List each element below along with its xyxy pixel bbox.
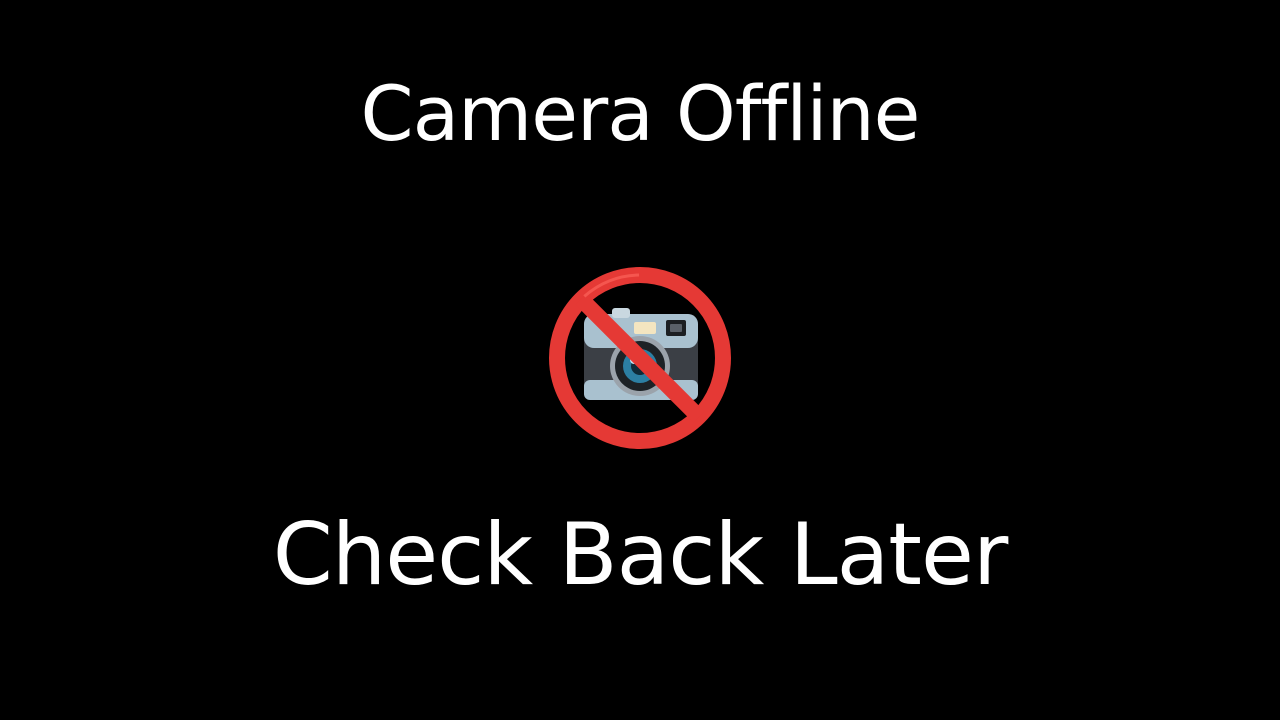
no-camera-icon-svg — [549, 267, 731, 449]
no-camera-icon — [546, 264, 734, 452]
status-title: Camera Offline — [360, 69, 921, 158]
prohibit-icon — [549, 267, 731, 449]
offline-screen: Camera Offline Check Back Later — [0, 0, 1280, 720]
status-subtitle: Check Back Later — [272, 505, 1009, 605]
